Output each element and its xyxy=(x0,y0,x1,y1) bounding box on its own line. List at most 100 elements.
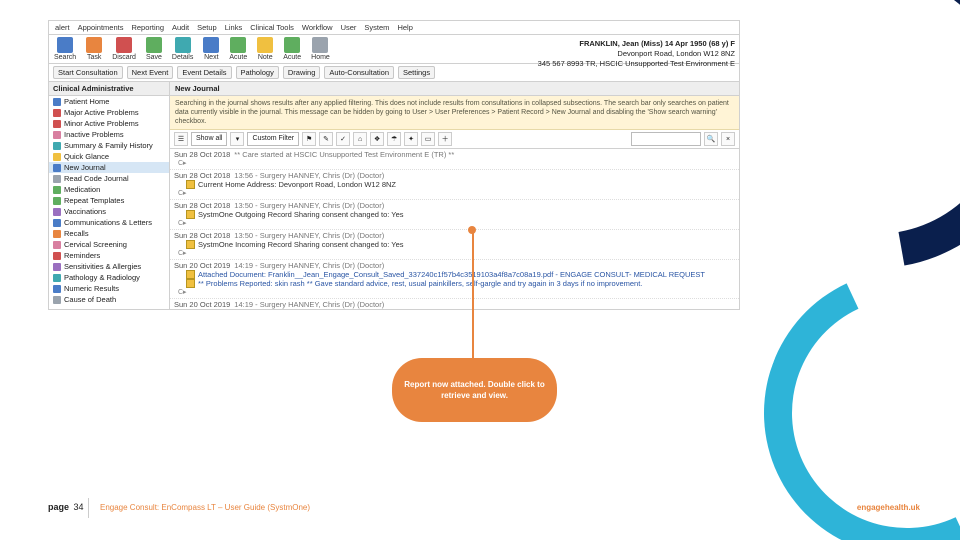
sidebar-item-medication[interactable]: Medication xyxy=(49,184,169,195)
tool-search[interactable]: Search xyxy=(49,35,81,63)
sidebar-item-icon xyxy=(53,285,61,293)
save-icon xyxy=(146,37,162,53)
filter-btn-1[interactable]: ⚑ xyxy=(302,132,316,146)
sidebar-item-label: Repeat Templates xyxy=(64,196,124,205)
journal-entry[interactable]: Sun 28 Oct 201813:56 - Surgery HANNEY, C… xyxy=(170,170,739,200)
menu-help[interactable]: Help xyxy=(397,23,412,32)
journal-entry[interactable]: Sun 28 Oct 2018** Care started at HSCIC … xyxy=(170,149,739,170)
filter-btn-4[interactable]: ⌂ xyxy=(353,132,367,146)
entry-collapse-toggle[interactable]: C▸ xyxy=(174,288,735,296)
tab-pathology[interactable]: Pathology xyxy=(236,66,279,79)
search-icon[interactable]: 🔍 xyxy=(704,132,718,146)
tool-save[interactable]: Save xyxy=(141,35,167,63)
attach-icon xyxy=(186,270,195,279)
custom-filter-dropdown[interactable]: Custom Filter xyxy=(247,132,299,146)
footer-site: engagehealth.uk xyxy=(857,503,920,512)
sidebar-item-pathology-radiology[interactable]: Pathology & Radiology xyxy=(49,272,169,283)
sidebar-item-reminders[interactable]: Reminders xyxy=(49,250,169,261)
tool-acute[interactable]: Acute xyxy=(278,35,306,63)
sidebar-item-inactive-problems[interactable]: Inactive Problems xyxy=(49,129,169,140)
annotation-bubble: Report now attached. Double click to ret… xyxy=(392,358,557,422)
funnel-icon[interactable]: ▾ xyxy=(230,132,244,146)
sidebar-item-recalls[interactable]: Recalls xyxy=(49,228,169,239)
sidebar-item-icon xyxy=(53,252,61,260)
tool-discard[interactable]: Discard xyxy=(107,35,141,63)
sidebar-item-communications-letters[interactable]: Communications & Letters xyxy=(49,217,169,228)
footer-doc-title: Engage Consult: EnCompass LT – User Guid… xyxy=(100,503,310,512)
sidebar-item-numeric-results[interactable]: Numeric Results xyxy=(49,283,169,294)
tool-details[interactable]: Details xyxy=(167,35,198,63)
menu-user[interactable]: User xyxy=(341,23,357,32)
entry-collapse-toggle[interactable]: C▸ xyxy=(174,189,735,197)
sidebar-item-icon xyxy=(53,197,61,205)
filter-btn-5[interactable]: ❖ xyxy=(370,132,384,146)
main-toolbar: SearchTaskDiscardSaveDetailsNextAcuteNot… xyxy=(49,35,739,64)
entry-date: Sun 28 Oct 2018 xyxy=(174,150,230,159)
menu-clinical-tools[interactable]: Clinical Tools xyxy=(250,23,294,32)
filter-btn-7[interactable]: ✦ xyxy=(404,132,418,146)
sidebar-item-label: Summary & Family History xyxy=(64,141,153,150)
entry-line[interactable]: Attached Document: Franklin__Jean_Engage… xyxy=(174,270,735,279)
filter-show-dropdown[interactable]: Show all xyxy=(191,132,227,146)
sidebar-item-new-journal[interactable]: New Journal xyxy=(49,162,169,173)
sidebar-item-cervical-screening[interactable]: Cervical Screening xyxy=(49,239,169,250)
tab-drawing[interactable]: Drawing xyxy=(283,66,321,79)
search-input[interactable] xyxy=(631,132,701,146)
tab-start-consultation[interactable]: Start Consultation xyxy=(53,66,123,79)
journal-entry[interactable]: Sun 20 Oct 201914:19 - Surgery HANNEY, C… xyxy=(170,260,739,299)
tool-label: Home xyxy=(311,54,330,61)
sidebar-item-label: Cervical Screening xyxy=(64,240,127,249)
sidebar-item-repeat-templates[interactable]: Repeat Templates xyxy=(49,195,169,206)
filter-btn-3[interactable]: ✓ xyxy=(336,132,350,146)
menu-appointments[interactable]: Appointments xyxy=(78,23,124,32)
entry-collapse-toggle[interactable]: C▸ xyxy=(174,219,735,227)
tab-event-details[interactable]: Event Details xyxy=(177,66,231,79)
clear-icon[interactable]: × xyxy=(721,132,735,146)
entry-line-text: SystmOne Incoming Record Sharing consent… xyxy=(198,240,404,249)
note-icon xyxy=(186,279,195,288)
sidebar-item-patient-home[interactable]: Patient Home xyxy=(49,96,169,107)
entry-date: Sun 28 Oct 2018 xyxy=(174,171,230,180)
menu-setup[interactable]: Setup xyxy=(197,23,217,32)
sidebar-item-label: Read Code Journal xyxy=(64,174,129,183)
sidebar-item-read-code-journal[interactable]: Read Code Journal xyxy=(49,173,169,184)
tab-settings[interactable]: Settings xyxy=(398,66,435,79)
sidebar-item-quick-glance[interactable]: Quick Glance xyxy=(49,151,169,162)
entry-collapse-toggle[interactable]: C▸ xyxy=(174,249,735,257)
sidebar-item-minor-active-problems[interactable]: Minor Active Problems xyxy=(49,118,169,129)
tab-next-event[interactable]: Next Event xyxy=(127,66,174,79)
menu-alert[interactable]: alert xyxy=(55,23,70,32)
entry-line-text: Current Home Address: Devonport Road, Lo… xyxy=(198,180,396,189)
sidebar-item-sensitivities-allergies[interactable]: Sensitivities & Allergies xyxy=(49,261,169,272)
sidebar-item-icon xyxy=(53,142,61,150)
sidebar-item-summary-family-history[interactable]: Summary & Family History xyxy=(49,140,169,151)
search-icon xyxy=(57,37,73,53)
tool-home[interactable]: Home xyxy=(306,35,335,63)
journal-entry[interactable]: Sun 28 Oct 201813:50 - Surgery HANNEY, C… xyxy=(170,200,739,230)
filter-icon[interactable]: ☰ xyxy=(174,132,188,146)
filter-btn-8[interactable]: ▭ xyxy=(421,132,435,146)
menu-audit[interactable]: Audit xyxy=(172,23,189,32)
filter-btn-2[interactable]: ✎ xyxy=(319,132,333,146)
filter-btn-6[interactable]: ☂ xyxy=(387,132,401,146)
entry-collapse-toggle[interactable]: C▸ xyxy=(174,159,735,167)
journal-entry[interactable]: Sun 20 Oct 201914:19 - Surgery HANNEY, C… xyxy=(170,299,739,309)
tool-note[interactable]: Note xyxy=(252,35,278,63)
tool-label: Note xyxy=(258,54,273,61)
tool-acute[interactable]: Acute xyxy=(224,35,252,63)
filter-btn-9[interactable]: ＋ xyxy=(438,132,452,146)
sidebar-item-vaccinations[interactable]: Vaccinations xyxy=(49,206,169,217)
menu-system[interactable]: System xyxy=(364,23,389,32)
entry-title: 13:50 - Surgery HANNEY, Chris (Dr) (Doct… xyxy=(234,231,384,240)
sidebar-item-major-active-problems[interactable]: Major Active Problems xyxy=(49,107,169,118)
tool-next[interactable]: Next xyxy=(198,35,224,63)
entry-line[interactable]: ** Problems Reported: skin rash ** Gave … xyxy=(174,279,735,288)
sidebar-item-icon xyxy=(53,120,61,128)
tab-auto-consultation[interactable]: Auto-Consultation xyxy=(324,66,394,79)
journal-entry[interactable]: Sun 28 Oct 201813:50 - Surgery HANNEY, C… xyxy=(170,230,739,260)
menu-workflow[interactable]: Workflow xyxy=(302,23,333,32)
menu-reporting[interactable]: Reporting xyxy=(131,23,164,32)
sidebar-item-cause-of-death[interactable]: Cause of Death xyxy=(49,294,169,305)
tool-task[interactable]: Task xyxy=(81,35,107,63)
menu-links[interactable]: Links xyxy=(225,23,243,32)
